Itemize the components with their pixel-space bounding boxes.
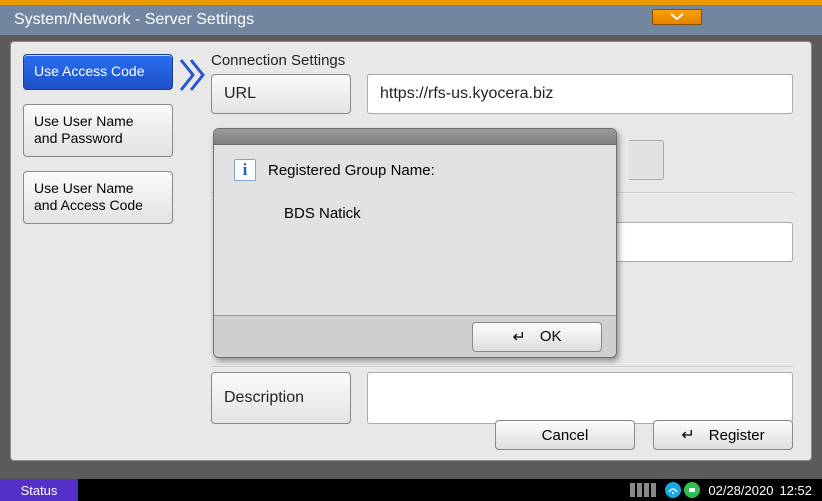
dialog-group-name: BDS Natick — [284, 205, 596, 222]
sidebar-item-access-code[interactable]: Use Access Code — [23, 54, 173, 90]
register-button[interactable]: ↵ Register — [653, 420, 793, 450]
description-label-button[interactable]: Description — [211, 372, 351, 424]
divider — [211, 366, 793, 368]
cancel-label: Cancel — [542, 427, 589, 444]
info-icon: i — [234, 159, 256, 181]
cancel-button[interactable]: Cancel — [495, 420, 635, 450]
status-button[interactable]: Status — [0, 479, 78, 501]
info-dialog: i Registered Group Name: BDS Natick ↵ OK — [213, 128, 617, 358]
status-date: 02/28/2020 — [708, 483, 773, 498]
description-row: Description — [211, 372, 793, 424]
url-label-button[interactable]: URL — [211, 74, 351, 114]
description-input[interactable] — [367, 372, 793, 424]
url-row: URL https://rfs-us.kyocera.biz — [211, 74, 793, 114]
fax-icon — [684, 482, 700, 498]
sidebar-item-user-password[interactable]: Use User Name and Password — [23, 104, 173, 157]
chevron-down-icon — [670, 13, 684, 21]
window-title: System/Network - Server Settings — [14, 11, 254, 28]
dialog-header — [214, 129, 616, 145]
dialog-message-label: Registered Group Name: — [268, 162, 435, 179]
proxy-label-fragment — [629, 140, 664, 180]
status-time: 12:52 — [779, 483, 812, 498]
sidebar: Use Access Code Use User Name and Passwo… — [23, 54, 183, 238]
section-title: Connection Settings — [211, 52, 345, 69]
main-panel: Use Access Code Use User Name and Passwo… — [10, 41, 812, 461]
status-bar: Status 02/28/2020 12:52 — [0, 479, 822, 501]
register-label: Register — [709, 427, 765, 444]
url-input[interactable]: https://rfs-us.kyocera.biz — [367, 74, 793, 114]
toner-level-icon — [630, 483, 656, 497]
pulldown-tab[interactable] — [652, 9, 702, 25]
sidebar-item-user-access-code[interactable]: Use User Name and Access Code — [23, 171, 173, 224]
ok-button[interactable]: ↵ OK — [472, 322, 602, 352]
network-icon — [665, 482, 681, 498]
enter-icon: ↵ — [512, 327, 525, 347]
title-bar: System/Network - Server Settings — [0, 5, 822, 35]
chevron-right-icon — [179, 58, 207, 97]
enter-icon: ↵ — [681, 425, 694, 445]
ok-label: OK — [540, 328, 562, 345]
